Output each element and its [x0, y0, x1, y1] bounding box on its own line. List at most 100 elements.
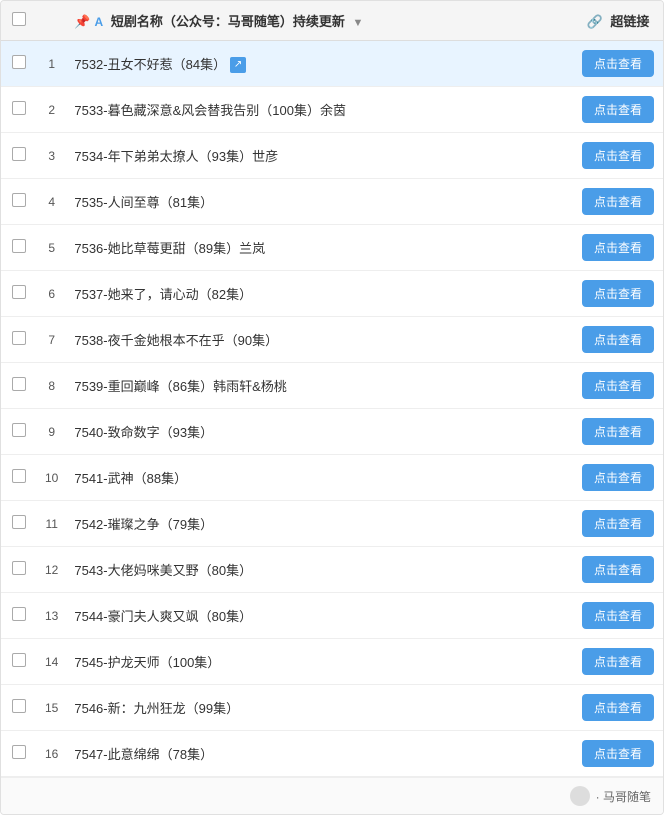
- view-button[interactable]: 点击查看: [582, 694, 654, 721]
- table-row: 97540-致命数字（93集）点击查看: [1, 409, 663, 455]
- row-checkbox-cell: [1, 179, 37, 225]
- row-checkbox-cell: [1, 685, 37, 731]
- view-button[interactable]: 点击查看: [582, 510, 654, 537]
- view-button[interactable]: 点击查看: [582, 602, 654, 629]
- view-button[interactable]: 点击查看: [582, 740, 654, 767]
- table-row: 87539-重回巅峰（86集）韩雨轩&杨桃点击查看: [1, 363, 663, 409]
- row-title: 7543-大佬妈咪美又野（80集）: [66, 547, 573, 593]
- external-link-icon[interactable]: ↗: [230, 57, 246, 73]
- view-button[interactable]: 点击查看: [582, 326, 654, 353]
- row-number: 2: [37, 87, 66, 133]
- link-chain-icon: 🔗: [587, 14, 603, 29]
- row-checkbox[interactable]: [12, 607, 26, 621]
- row-number: 14: [37, 639, 66, 685]
- table-row: 57536-她比草莓更甜（89集）兰岚点击查看: [1, 225, 663, 271]
- row-checkbox-cell: [1, 225, 37, 271]
- row-checkbox[interactable]: [12, 745, 26, 759]
- row-link-cell: 点击查看: [573, 225, 663, 271]
- row-link-cell: 点击查看: [573, 87, 663, 133]
- row-title: 7534-年下弟弟太撩人（93集）世彦: [66, 133, 573, 179]
- row-number: 15: [37, 685, 66, 731]
- footer-avatar: [570, 786, 590, 806]
- row-title: 7536-她比草莓更甜（89集）兰岚: [66, 225, 573, 271]
- row-link-cell: 点击查看: [573, 593, 663, 639]
- row-checkbox[interactable]: [12, 515, 26, 529]
- row-link-cell: 点击查看: [573, 455, 663, 501]
- view-button[interactable]: 点击查看: [582, 188, 654, 215]
- row-checkbox[interactable]: [12, 423, 26, 437]
- row-title: 7533-暮色藏深意&风会替我告别（100集）余茵: [66, 87, 573, 133]
- table-row: 147545-护龙天师（100集）点击查看: [1, 639, 663, 685]
- row-number: 12: [37, 547, 66, 593]
- view-button[interactable]: 点击查看: [582, 648, 654, 675]
- row-number: 10: [37, 455, 66, 501]
- table-row: 67537-她来了，请心动（82集） 点击查看: [1, 271, 663, 317]
- row-checkbox[interactable]: [12, 653, 26, 667]
- view-button[interactable]: 点击查看: [582, 234, 654, 261]
- row-checkbox[interactable]: [12, 55, 26, 69]
- text-icon: A: [95, 15, 104, 29]
- header-num-cell: [37, 1, 66, 41]
- table-row: 107541-武神（88集）点击查看: [1, 455, 663, 501]
- footer-text: · 马哥随笔: [596, 788, 651, 805]
- header-checkbox[interactable]: [12, 12, 26, 26]
- row-title: 7546-新：九州狂龙（99集）: [66, 685, 573, 731]
- row-title: 7537-她来了，请心动（82集）: [66, 271, 573, 317]
- row-checkbox[interactable]: [12, 377, 26, 391]
- row-link-cell: 点击查看: [573, 133, 663, 179]
- table-row: 27533-暮色藏深意&风会替我告别（100集）余茵点击查看: [1, 87, 663, 133]
- row-number: 6: [37, 271, 66, 317]
- view-button[interactable]: 点击查看: [582, 418, 654, 445]
- link-column-header: 超链接: [610, 14, 649, 29]
- table-row: 117542-璀璨之争（79集）点击查看: [1, 501, 663, 547]
- main-table-container: 📌 A 短剧名称（公众号：马哥随笔）持续更新 ▼ 🔗 超链接 17532-丑女不…: [0, 0, 664, 815]
- row-link-cell: 点击查看: [573, 639, 663, 685]
- row-checkbox[interactable]: [12, 469, 26, 483]
- row-checkbox-cell: [1, 363, 37, 409]
- row-checkbox-cell: [1, 133, 37, 179]
- row-number: 9: [37, 409, 66, 455]
- row-checkbox-cell: [1, 593, 37, 639]
- view-button[interactable]: 点击查看: [582, 280, 654, 307]
- row-link-cell: 点击查看: [573, 317, 663, 363]
- view-button[interactable]: 点击查看: [582, 556, 654, 583]
- row-number: 3: [37, 133, 66, 179]
- table-row: 127543-大佬妈咪美又野（80集） 点击查看: [1, 547, 663, 593]
- row-checkbox-cell: [1, 409, 37, 455]
- table-row: 77538-夜千金她根本不在乎（90集）点击查看: [1, 317, 663, 363]
- row-number: 1: [37, 41, 66, 87]
- view-button[interactable]: 点击查看: [582, 142, 654, 169]
- row-link-cell: 点击查看: [573, 41, 663, 87]
- title-column-header: 短剧名称（公众号：马哥随笔）持续更新: [111, 14, 345, 29]
- row-checkbox[interactable]: [12, 101, 26, 115]
- row-link-cell: 点击查看: [573, 409, 663, 455]
- row-checkbox-cell: [1, 317, 37, 363]
- view-button[interactable]: 点击查看: [582, 464, 654, 491]
- header-checkbox-cell: [1, 1, 37, 41]
- row-number: 8: [37, 363, 66, 409]
- row-checkbox[interactable]: [12, 193, 26, 207]
- row-checkbox-cell: [1, 731, 37, 777]
- row-checkbox-cell: [1, 455, 37, 501]
- row-checkbox[interactable]: [12, 561, 26, 575]
- view-button[interactable]: 点击查看: [582, 372, 654, 399]
- row-number: 11: [37, 501, 66, 547]
- row-checkbox-cell: [1, 547, 37, 593]
- row-checkbox[interactable]: [12, 331, 26, 345]
- data-table: 📌 A 短剧名称（公众号：马哥随笔）持续更新 ▼ 🔗 超链接 17532-丑女不…: [1, 1, 663, 777]
- row-title: 7535-人间至尊（81集）: [66, 179, 573, 225]
- footer-bar: · 马哥随笔: [1, 777, 663, 814]
- table-row: 167547-此意绵绵（78集）点击查看: [1, 731, 663, 777]
- table-header-row: 📌 A 短剧名称（公众号：马哥随笔）持续更新 ▼ 🔗 超链接: [1, 1, 663, 41]
- row-checkbox[interactable]: [12, 699, 26, 713]
- row-checkbox[interactable]: [12, 285, 26, 299]
- row-checkbox[interactable]: [12, 239, 26, 253]
- row-title: 7532-丑女不好惹（84集）↗: [66, 41, 573, 87]
- row-title: 7538-夜千金她根本不在乎（90集）: [66, 317, 573, 363]
- view-button[interactable]: 点击查看: [582, 96, 654, 123]
- row-link-cell: 点击查看: [573, 271, 663, 317]
- view-button[interactable]: 点击查看: [582, 50, 654, 77]
- row-title: 7544-豪门夫人爽又飒（80集）: [66, 593, 573, 639]
- filter-icon[interactable]: ▼: [352, 17, 363, 29]
- row-checkbox[interactable]: [12, 147, 26, 161]
